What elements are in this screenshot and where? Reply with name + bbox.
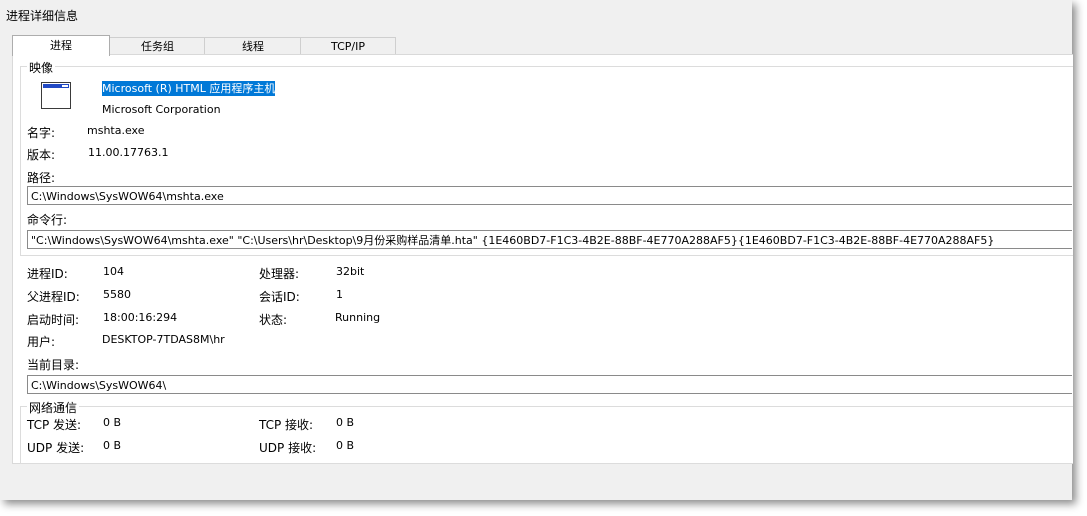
cmdline-field[interactable]: "C:\Windows\SysWOW64\mshta.exe" "C:\User… <box>27 230 1072 249</box>
company-name: Microsoft Corporation <box>102 103 221 116</box>
start-time-value: 18:00:16:294 <box>103 311 178 324</box>
pid-value: 104 <box>103 265 124 278</box>
cmdline-label: 命令行: <box>27 213 68 227</box>
tab-task-group[interactable]: 任务组 <box>109 37 206 55</box>
user-label: 用户: <box>27 335 56 349</box>
ppid-label: 父进程ID: <box>27 290 80 304</box>
tcp-recv-value: 0 B <box>336 416 355 429</box>
cwd-field[interactable]: C:\Windows\SysWOW64\ <box>27 375 1072 394</box>
session-label: 会话ID: <box>259 290 300 304</box>
udp-send-label: UDP 发送: <box>27 441 85 455</box>
arch-value: 32bit <box>336 265 365 278</box>
tab-tcpip[interactable]: TCP/IP <box>300 37 396 55</box>
process-details-window: 进程详细信息 进程 任务组 线程 TCP/IP 映像 Microsoft (R)… <box>0 0 1073 500</box>
udp-send-value: 0 B <box>103 439 122 452</box>
pid-label: 进程ID: <box>27 267 68 281</box>
tcp-recv-label: TCP 接收: <box>259 418 314 432</box>
name-value: mshta.exe <box>87 124 145 137</box>
network-group: 网络通信 <box>20 399 1073 464</box>
arch-label: 处理器: <box>259 267 300 281</box>
path-field[interactable]: C:\Windows\SysWOW64\mshta.exe <box>27 186 1072 205</box>
ppid-value: 5580 <box>103 288 131 301</box>
network-group-legend: 网络通信 <box>27 399 80 416</box>
state-value: Running <box>335 311 381 324</box>
udp-recv-value: 0 B <box>336 439 355 452</box>
path-label: 路径: <box>27 171 56 185</box>
image-group-legend: 映像 <box>27 59 56 76</box>
udp-recv-label: UDP 接收: <box>259 441 317 455</box>
file-description[interactable]: Microsoft (R) HTML 应用程序主机 <box>102 80 276 96</box>
name-label: 名字: <box>27 126 56 140</box>
tab-process[interactable]: 进程 <box>12 35 110 56</box>
cwd-label: 当前目录: <box>27 358 80 372</box>
application-window-icon <box>41 82 71 109</box>
tab-threads[interactable]: 线程 <box>204 37 302 55</box>
state-label: 状态: <box>259 313 288 327</box>
tcp-send-value: 0 B <box>103 416 122 429</box>
version-value: 11.00.17763.1 <box>88 146 169 159</box>
user-value: DESKTOP-7TDAS8M\hr <box>102 333 225 346</box>
window-title: 进程详细信息 <box>6 9 79 23</box>
tcp-send-label: TCP 发送: <box>27 418 82 432</box>
version-label: 版本: <box>27 148 56 162</box>
start-time-label: 启动时间: <box>27 313 80 327</box>
session-value: 1 <box>336 288 343 301</box>
